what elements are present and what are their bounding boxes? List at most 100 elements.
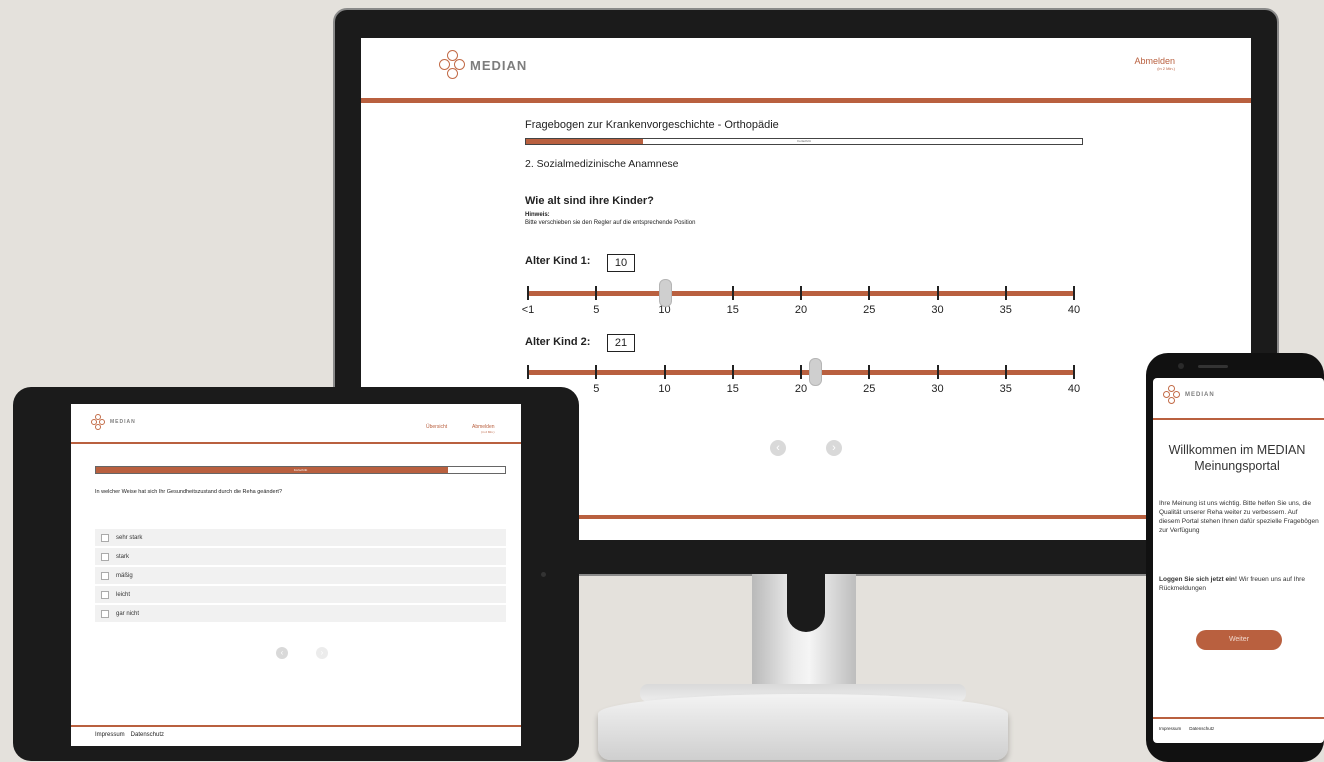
slider-tick [1073,365,1075,379]
slider-thumb[interactable] [658,279,672,307]
checkbox-icon[interactable] [101,590,109,599]
slider-tick-label: 35 [999,304,1012,316]
slider-tick [1004,286,1007,300]
slider-tick [800,365,802,379]
slider-tick-label: 15 [726,304,739,316]
chevron-right-icon: › [320,648,324,657]
next-button[interactable]: › [316,647,328,659]
tablet-logo[interactable]: MEDIAN [91,414,136,430]
hint-text: Bitte verschieben sie den Regler auf die… [525,220,696,226]
answer-option[interactable]: stark [95,548,506,565]
questionnaire-title: Fragebogen zur Krankenvorgeschichte - Or… [525,119,779,131]
slider-tick [868,286,871,300]
welcome-title: Willkommen im MEDIAN Meinungsportal [1168,443,1306,473]
child2-age-input[interactable]: 21 [607,334,635,352]
datenschutz-link[interactable]: Datenschutz [1189,726,1214,731]
slider-tick-label: 30 [931,304,944,316]
footer-divider [1153,717,1324,719]
slider-tick-label: 20 [794,383,808,395]
child2-label: Alter Kind 2: [525,336,591,348]
slider-tick [1004,365,1007,379]
child1-label: Alter Kind 1: [525,255,591,267]
slider-tick-label: 25 [863,383,876,395]
progress-bar: Fortschritt [525,138,1083,145]
phone-camera [1178,363,1184,369]
login-prompt: Loggen Sie sich jetzt ein! Wir freuen un… [1159,575,1319,593]
answer-option-label: stark [116,553,130,560]
answer-option[interactable]: gar nicht [95,605,506,622]
median-logo-icon [439,50,465,80]
slider-tick [800,286,802,300]
login-prompt-bold: Loggen Sie sich jetzt ein! [1159,576,1238,583]
chevron-left-icon: ‹ [776,442,780,454]
intro-text: Ihre Meinung ist uns wichtig. Bitte helf… [1159,500,1319,534]
logout-timer: (in 2 Min.) [481,430,495,434]
slider-tick-label: 35 [999,383,1012,395]
prev-button[interactable]: ‹ [770,440,786,456]
footer-divider [71,725,521,727]
slider-tick [663,365,666,379]
impressum-link[interactable]: Impressum [1159,726,1181,731]
tablet-logout-link[interactable]: Abmelden (in 2 Min.) [472,424,495,434]
phone-footer: Impressum Datenschutz [1159,726,1214,731]
child1-age-input[interactable]: 10 [607,254,635,272]
hint-label: Hinweis: [525,212,550,218]
continue-button[interactable]: Weiter [1196,630,1282,650]
question-text: In welcher Weise hat sich Ihr Gesundheit… [95,489,283,495]
slider-tick-label: 40 [1067,383,1081,395]
desktop-logo[interactable]: MEDIAN [439,50,527,80]
checkbox-icon[interactable] [101,552,109,561]
progress-bar: Fortschritt [95,466,506,474]
phone-logo[interactable]: MEDIAN [1163,385,1215,405]
slider-tick-label: 5 [593,304,600,316]
checkbox-icon[interactable] [101,609,109,618]
answer-option[interactable]: sehr stark [95,529,506,546]
prev-button[interactable]: ‹ [276,647,288,659]
phone-screen: MEDIAN Willkommen im MEDIAN Meinungsport… [1153,378,1324,743]
slider-tick [731,365,734,379]
child2-age-slider[interactable]: 5 10 15 20 25 30 35 40 [527,358,1080,405]
brand-name: MEDIAN [110,419,136,425]
slider-tick [595,286,598,300]
tablet-footer: Impressum Datenschutz [95,732,164,738]
slider-tick-label: 20 [794,304,808,316]
question-title: Wie alt sind ihre Kinder? [525,195,654,207]
header-divider [361,98,1251,103]
median-logo-icon [91,414,105,430]
slider-tick-label: 30 [931,383,944,395]
phone-speaker [1198,365,1228,368]
slider-tick-label: 5 [593,383,600,395]
child1-age-slider[interactable]: <1 5 10 15 20 25 30 35 40 [522,279,1080,326]
logout-link[interactable]: Abmelden (in 2 Min.) [1134,56,1175,71]
checkbox-icon[interactable] [101,533,109,542]
answer-option[interactable]: leicht [95,586,506,603]
slider-tick [936,365,939,379]
slider-tick [595,365,598,379]
slider-thumb[interactable] [808,358,822,386]
slider-tick [936,286,939,300]
slider-tick [731,286,734,300]
answer-option-label: gar nicht [116,610,140,617]
monitor-base [598,694,1008,760]
brand-name: MEDIAN [1185,392,1215,398]
tablet-camera [541,572,546,577]
brand-name: MEDIAN [470,57,528,73]
next-button[interactable]: › [826,440,842,456]
datenschutz-link[interactable]: Datenschutz [131,732,164,738]
progress-label: Fortschritt [293,468,308,472]
slider-tick [527,286,529,300]
chevron-left-icon: ‹ [280,648,284,657]
slider-tick [1073,286,1075,300]
slider-tick-label: 10 [658,383,671,395]
slider-tick-label: 40 [1067,304,1081,316]
logout-label[interactable]: Abmelden [1134,56,1175,66]
overview-link[interactable]: Übersicht [426,424,447,430]
progress-label: Fortschritt [797,139,811,143]
slider-tick-label: 25 [863,304,876,316]
impressum-link[interactable]: Impressum [95,732,125,738]
slider-tick [527,365,529,379]
answer-option[interactable]: mäßig [95,567,506,584]
slider-tick-label: 15 [726,383,739,395]
header-divider [1153,418,1324,420]
checkbox-icon[interactable] [101,571,109,580]
